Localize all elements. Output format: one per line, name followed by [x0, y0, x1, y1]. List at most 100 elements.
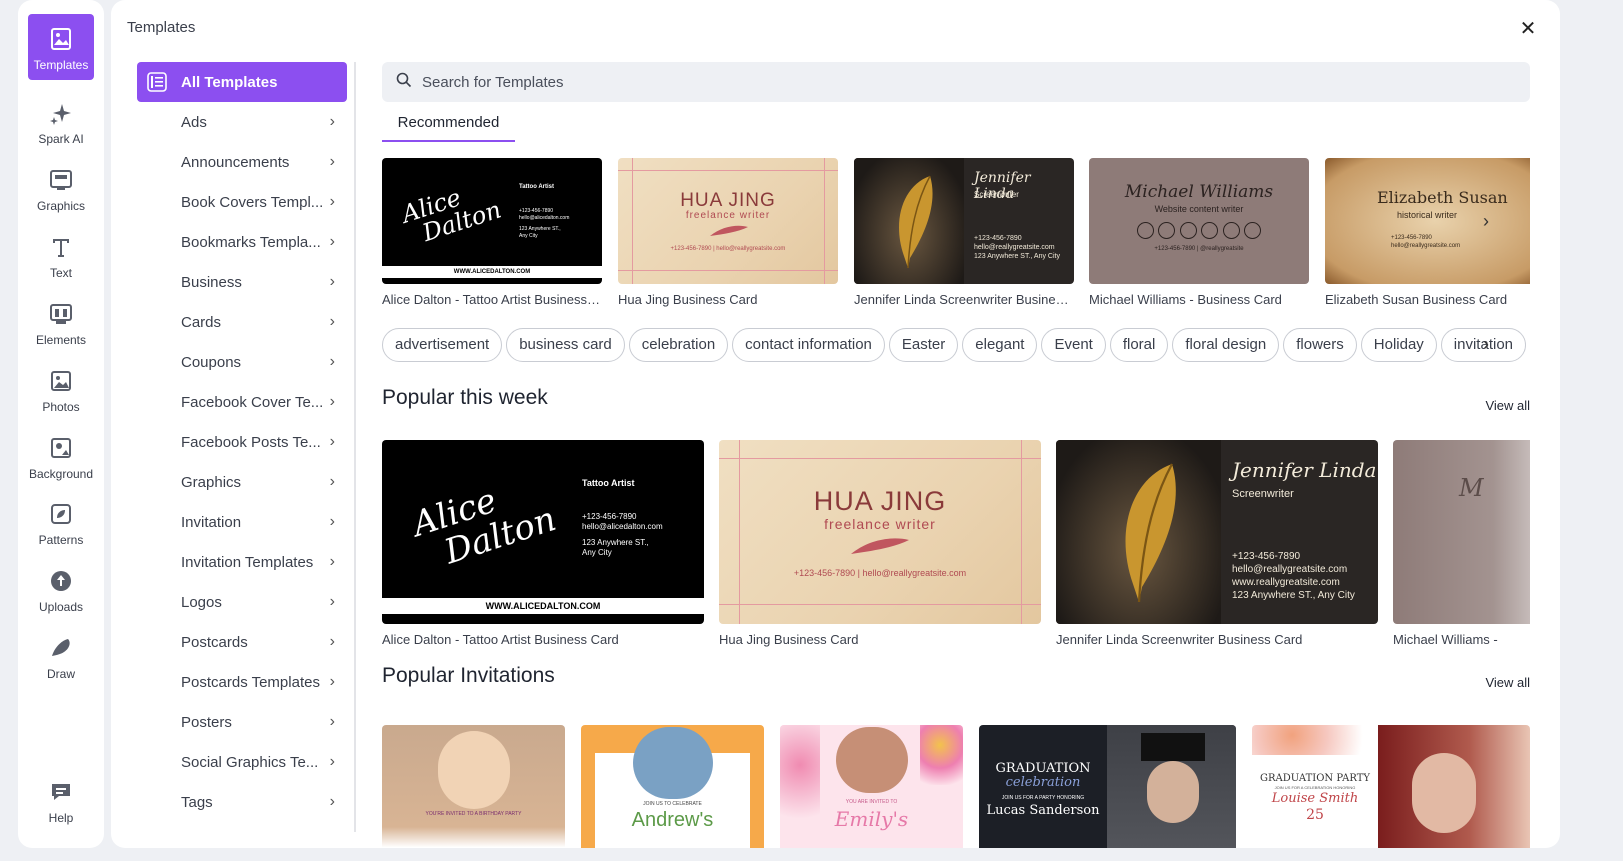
template-card[interactable]: Michael Williams Website content writer …: [1089, 158, 1309, 307]
tag-chip[interactable]: Event: [1041, 328, 1106, 362]
template-card[interactable]: Jennifer Linda Screenwriter +123-456-789…: [1056, 440, 1378, 647]
view-all-link[interactable]: View all: [1485, 675, 1530, 690]
tab-recommended[interactable]: Recommended: [382, 110, 515, 142]
category-label: Business: [181, 273, 242, 291]
rail-photos[interactable]: Photos: [18, 356, 104, 422]
rail-graphics[interactable]: Graphics: [18, 155, 104, 221]
chevron-right-icon: ›: [329, 313, 335, 330]
rail-elements[interactable]: Elements: [18, 289, 104, 355]
tag-chip[interactable]: elegant: [962, 328, 1038, 362]
template-card[interactable]: Alice Dalton Tattoo Artist +123-456-7890…: [382, 158, 602, 307]
category-item[interactable]: Announcements ›: [137, 142, 347, 182]
card-name: Michael Williams: [1124, 182, 1274, 202]
invitation-card[interactable]: GRADUATION PARTY JOIN US FOR A CELEBRATI…: [1252, 725, 1530, 848]
category-item[interactable]: Social Graphics Te... ›: [137, 742, 347, 782]
template-thumbnail: Alice Dalton Tattoo Artist +123-456-7890…: [382, 158, 602, 284]
invitation-card[interactable]: YOU'RE INVITED TO A BIRTHDAY PARTY: [382, 725, 565, 848]
card-phone: +123-456-7890: [1232, 551, 1301, 562]
category-item[interactable]: Coupons ›: [137, 342, 347, 382]
template-card[interactable]: HUA JING freelance writer +123-456-7890 …: [719, 440, 1041, 647]
text-icon: [48, 234, 74, 260]
category-item[interactable]: Bookmarks Templa... ›: [137, 222, 347, 262]
whatsapp-icon: [1201, 222, 1219, 239]
template-thumbnail: Jennifer Linda Screenwriter +123-456-789…: [1056, 440, 1378, 624]
tag-chip[interactable]: Holiday: [1360, 328, 1437, 362]
rail-patterns[interactable]: Patterns: [18, 489, 104, 555]
tab-bar: Recommended: [382, 110, 1530, 142]
category-item[interactable]: Cards ›: [137, 302, 347, 342]
recommended-row: Alice Dalton Tattoo Artist +123-456-7890…: [382, 158, 1530, 318]
category-item[interactable]: Logos ›: [137, 582, 347, 622]
rail-uploads[interactable]: Uploads: [18, 556, 104, 622]
chevron-right-icon[interactable]: ›: [1474, 209, 1498, 233]
category-item[interactable]: Tags ›: [137, 782, 347, 822]
pinterest-icon: [1137, 222, 1154, 239]
category-item[interactable]: Graphics ›: [137, 462, 347, 502]
rail-spark-ai[interactable]: Spark AI: [18, 88, 104, 154]
card-role: Website content writer: [1154, 204, 1244, 214]
invitation-text: JOIN US FOR A CELEBRATION HONORING: [1274, 785, 1356, 790]
category-item[interactable]: Ads ›: [137, 102, 347, 142]
tag-chip[interactable]: Easter: [888, 328, 959, 362]
tag-chip[interactable]: floral design: [1172, 328, 1280, 362]
category-label: Posters: [181, 713, 232, 731]
category-item[interactable]: Invitation ›: [137, 502, 347, 542]
rail-text[interactable]: Text: [18, 222, 104, 288]
rail-help[interactable]: Help: [18, 767, 104, 833]
portrait-photo: [1412, 753, 1476, 833]
invitation-card[interactable]: JOIN US TO CELEBRATE Andrew's: [581, 725, 764, 848]
category-label: All Templates: [181, 73, 278, 91]
category-item[interactable]: Posters ›: [137, 702, 347, 742]
category-item[interactable]: Postcards Templates ›: [137, 662, 347, 702]
category-all-templates[interactable]: All Templates: [137, 62, 347, 102]
tag-chip[interactable]: advertisement: [382, 328, 503, 362]
card-email: hello@reallygreatsite.com: [1391, 243, 1461, 249]
card-address: 123 Anywhere ST.,: [582, 538, 649, 547]
chevron-right-icon: ›: [329, 193, 335, 210]
card-url: WWW.ALICEDALTON.COM: [382, 266, 602, 278]
youtube-icon: [1243, 222, 1261, 239]
template-card[interactable]: Elizabeth Susan historical writer +123-4…: [1325, 158, 1530, 307]
feather-icon: [849, 536, 911, 561]
template-card[interactable]: Alice Dalton Tattoo Artist +123-456-7890…: [382, 440, 704, 647]
tag-chip[interactable]: contact information: [732, 328, 885, 362]
search-bar[interactable]: [382, 62, 1530, 102]
card-phone: +123-456-7890: [1391, 235, 1432, 241]
view-all-link[interactable]: View all: [1485, 398, 1530, 413]
tag-chip[interactable]: business card: [506, 328, 625, 362]
invitation-card[interactable]: YOU ARE INVITED TO Emily's: [780, 725, 963, 848]
category-item[interactable]: Invitation Templates ›: [137, 542, 347, 582]
search-input[interactable]: [422, 73, 1322, 91]
card-phone: +123-456-7890: [974, 235, 1022, 242]
chevron-right-icon: ›: [329, 633, 335, 650]
patterns-icon: [48, 501, 74, 527]
rail-background[interactable]: Background: [18, 423, 104, 489]
close-icon[interactable]: ✕: [1516, 16, 1540, 40]
tag-chip[interactable]: celebration: [628, 328, 729, 362]
category-item[interactable]: Business ›: [137, 262, 347, 302]
template-card[interactable]: Jennifer Linda Screenwriter +123-456-789…: [854, 158, 1074, 307]
card-address: Any City: [582, 548, 612, 557]
category-item[interactable]: Facebook Posts Te... ›: [137, 422, 347, 462]
category-item[interactable]: Postcards ›: [137, 622, 347, 662]
elements-icon: [48, 301, 74, 327]
popular-week-row: Alice Dalton Tattoo Artist +123-456-7890…: [382, 440, 1530, 655]
sparkle-icon: [48, 100, 74, 126]
template-card[interactable]: HUA JING freelance writer +123-456-7890 …: [618, 158, 838, 307]
invitation-card[interactable]: GRADUATION celebration JOIN US FOR A PAR…: [979, 725, 1236, 848]
chevron-right-icon[interactable]: ›: [1474, 332, 1498, 356]
chevron-right-icon: ›: [329, 473, 335, 490]
tag-chip[interactable]: floral: [1109, 328, 1169, 362]
rail-templates[interactable]: Templates: [28, 14, 94, 80]
rail-label: Graphics: [36, 199, 86, 213]
category-item[interactable]: Facebook Cover Te... ›: [137, 382, 347, 422]
tag-chip[interactable]: flowers: [1283, 328, 1357, 362]
rail-draw[interactable]: Draw: [18, 623, 104, 689]
template-card[interactable]: M Michael Williams -: [1393, 440, 1530, 647]
invitation-text: YOU ARE INVITED TO: [845, 799, 898, 805]
card-name: M: [1459, 474, 1484, 502]
category-item[interactable]: Book Covers Templ... ›: [137, 182, 347, 222]
rail-label: Draw: [46, 667, 75, 681]
card-website: www.reallygreatsite.com: [1232, 577, 1340, 588]
template-caption: Hua Jing Business Card: [618, 292, 758, 307]
